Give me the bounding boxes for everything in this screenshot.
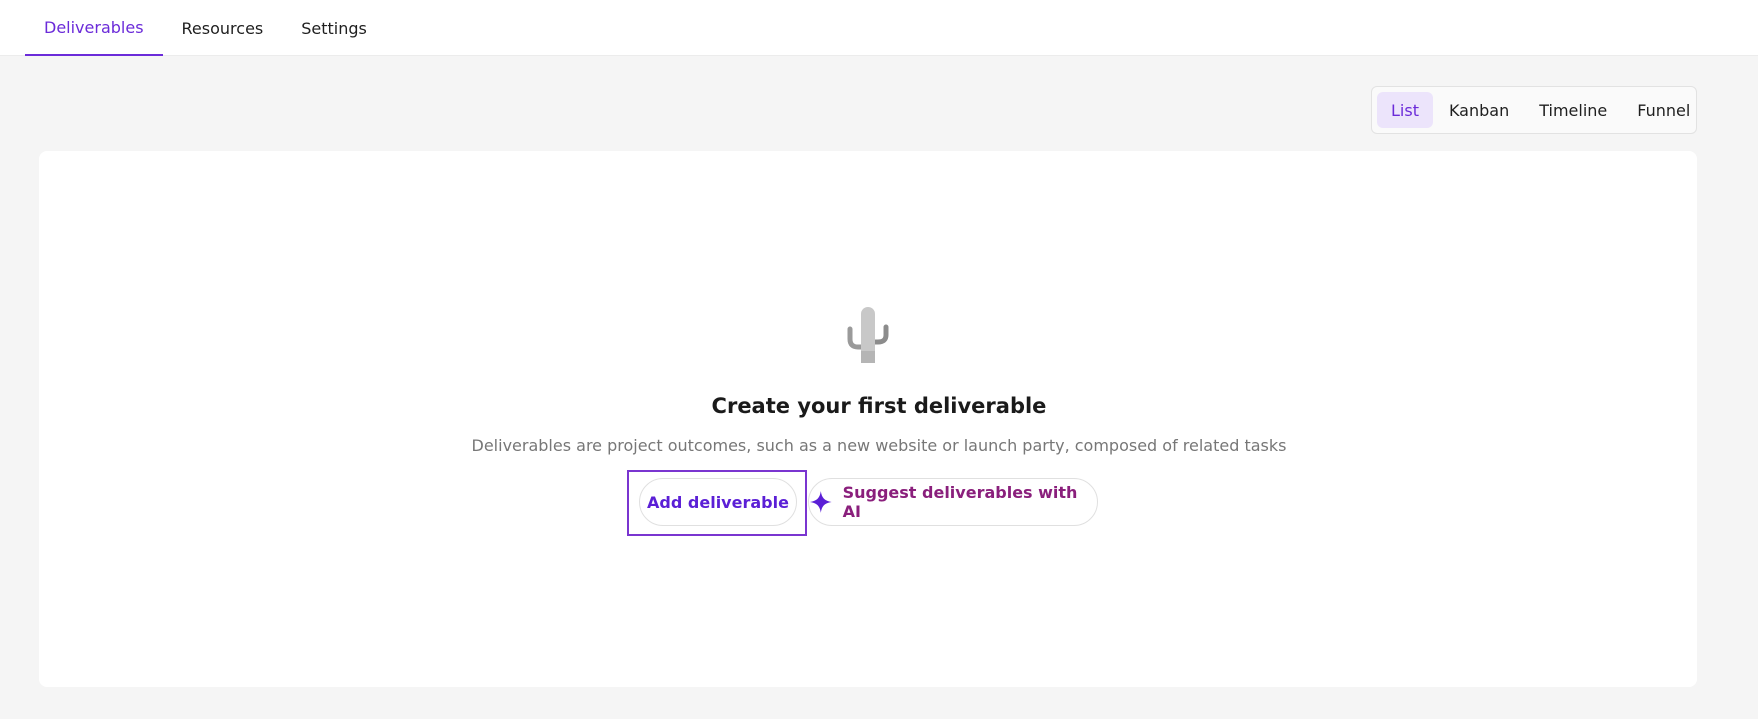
sparkle-icon	[809, 491, 832, 513]
empty-state-title: Create your first deliverable	[711, 394, 1047, 418]
view-switcher: List Kanban Timeline Funnel	[1371, 86, 1697, 134]
view-list-button[interactable]: List	[1377, 92, 1433, 128]
cactus-icon	[847, 307, 889, 363]
empty-state-description: Deliverables are project outcomes, such …	[471, 436, 1287, 455]
tab-settings[interactable]: Settings	[282, 0, 386, 56]
top-navigation-bar: Deliverables Resources Settings	[0, 0, 1758, 56]
add-deliverable-button[interactable]: Add deliverable	[639, 478, 797, 526]
empty-state-card	[39, 151, 1697, 687]
tab-deliverables[interactable]: Deliverables	[25, 0, 163, 56]
suggest-deliverables-label: Suggest deliverables with AI	[842, 483, 1078, 521]
view-funnel-button[interactable]: Funnel	[1623, 92, 1704, 128]
view-timeline-button[interactable]: Timeline	[1525, 92, 1621, 128]
suggest-deliverables-ai-button[interactable]: Suggest deliverables with AI	[808, 478, 1098, 526]
view-kanban-button[interactable]: Kanban	[1435, 92, 1523, 128]
tab-resources[interactable]: Resources	[163, 0, 283, 56]
tab-list: Deliverables Resources Settings	[25, 0, 386, 56]
